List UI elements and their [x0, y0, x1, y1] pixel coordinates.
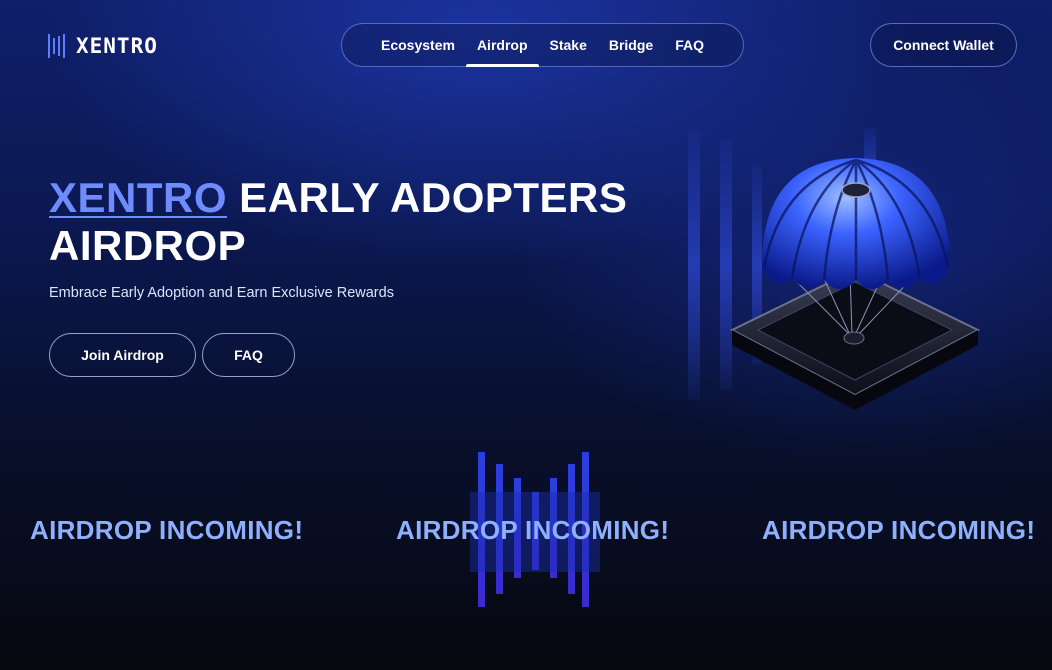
brand-logo[interactable]: XENTRO	[48, 32, 158, 60]
hero-title: XENTRO EARLY ADOPTERS AIRDROP	[49, 174, 627, 270]
main-nav: Ecosystem Airdrop Stake Bridge FAQ	[341, 23, 744, 67]
join-airdrop-button[interactable]: Join Airdrop	[49, 333, 196, 377]
connect-wallet-button[interactable]: Connect Wallet	[870, 23, 1017, 67]
hero-title-line1: EARLY ADOPTERS	[227, 174, 628, 221]
hero-title-line2: AIRDROP	[49, 222, 247, 269]
nav-item-bridge[interactable]: Bridge	[598, 23, 664, 67]
xentro-logo-icon	[48, 32, 68, 60]
parachute-crate-illustration	[688, 128, 981, 410]
hero-subtitle: Embrace Early Adoption and Earn Exclusiv…	[49, 285, 394, 301]
nav-item-ecosystem[interactable]: Ecosystem	[370, 23, 466, 67]
nav-item-stake[interactable]: Stake	[539, 23, 598, 67]
marquee-text: AIRDROP INCOMING!	[762, 515, 1036, 545]
faq-button[interactable]: FAQ	[202, 333, 295, 377]
hero-title-accent: XENTRO	[49, 174, 228, 221]
nav-item-faq[interactable]: FAQ	[664, 23, 715, 67]
nav-item-airdrop[interactable]: Airdrop	[465, 23, 539, 67]
marquee-text: AIRDROP INCOMING!	[396, 515, 670, 545]
brand-name: XENTRO	[76, 34, 158, 58]
marquee-text: AIRDROP INCOMING!	[30, 515, 304, 545]
